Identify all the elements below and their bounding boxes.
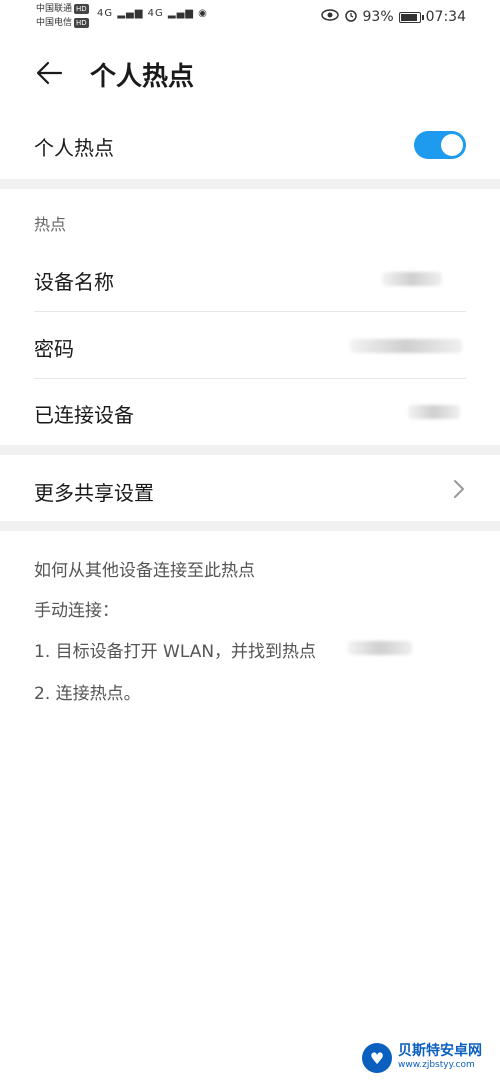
watermark-url: www.zjbstyy.com	[398, 1060, 475, 1070]
section-divider	[0, 179, 500, 189]
carrier-1: 中国联通 HD	[36, 4, 89, 14]
carrier-2: 中国电信 HD	[36, 18, 89, 28]
clock: 07:34	[425, 9, 466, 25]
battery-icon	[398, 11, 424, 23]
page-title: 个人热点	[90, 62, 195, 92]
hotspot-toggle[interactable]	[414, 131, 466, 159]
battery-percent: 93%	[362, 9, 394, 25]
toggle-knob	[441, 134, 463, 156]
status-right: 93% 07:34	[320, 8, 466, 26]
signal-icon: ▂▄▆	[117, 8, 144, 19]
eye-icon	[320, 9, 339, 25]
watermark: ♥ 贝斯特安卓网 www.zjbstyy.com	[362, 1038, 492, 1078]
hotspot-name-redacted	[348, 641, 412, 655]
network-type-1: 4G	[97, 8, 114, 19]
watermark-logo-icon: ♥	[362, 1043, 392, 1073]
section-header-hotspot: 热点	[34, 215, 67, 234]
connected-devices-label: 已连接设备	[34, 403, 134, 427]
row-separator	[34, 311, 466, 312]
row-separator-2	[34, 378, 466, 379]
carrier-2-label: 中国电信	[36, 18, 73, 28]
hd-badge: HD	[74, 4, 89, 14]
arrow-left-icon[interactable]	[34, 58, 64, 88]
more-sharing-label: 更多共享设置	[34, 481, 154, 505]
connected-devices-value-redacted	[408, 405, 460, 419]
wifi-hotspot-icon: ◉	[198, 8, 208, 19]
watermark-name: 贝斯特安卓网	[398, 1043, 482, 1059]
network-type-2: 4G	[147, 8, 164, 19]
alarm-icon	[344, 8, 358, 26]
chevron-right-icon	[452, 478, 466, 500]
password-label: 密码	[34, 337, 74, 361]
signal-icon-2: ▂▄▆	[167, 8, 194, 19]
settings-row-more-sharing[interactable]: 更多共享设置	[34, 477, 466, 506]
section-divider-3	[0, 521, 500, 531]
app-header: 个人热点	[0, 48, 500, 98]
section-divider-2	[0, 445, 500, 455]
network-icons: 4G ▂▄▆ 4G ▂▄▆ ◉	[97, 8, 208, 19]
help-manual: 手动连接：	[34, 601, 119, 621]
hd-badge-2: HD	[74, 18, 89, 28]
help-step-2: 2. 连接热点。	[34, 684, 141, 704]
watermark-text: 贝斯特安卓网 www.zjbstyy.com	[398, 1044, 482, 1072]
device-name-value-redacted	[382, 272, 442, 286]
settings-row-connected-devices[interactable]: 已连接设备	[34, 399, 466, 428]
password-value-redacted	[350, 339, 462, 353]
hotspot-toggle-label: 个人热点	[34, 136, 114, 160]
carrier-1-label: 中国联通	[36, 4, 73, 14]
help-title: 如何从其他设备连接至此热点	[34, 561, 255, 581]
status-bar: 中国联通 HD 中国电信 HD 4G ▂▄▆ 4G ▂▄▆ ◉ 93% 07:34	[0, 0, 500, 34]
device-name-label: 设备名称	[34, 270, 114, 294]
help-step-1: 1. 目标设备打开 WLAN，并找到热点	[34, 642, 317, 662]
